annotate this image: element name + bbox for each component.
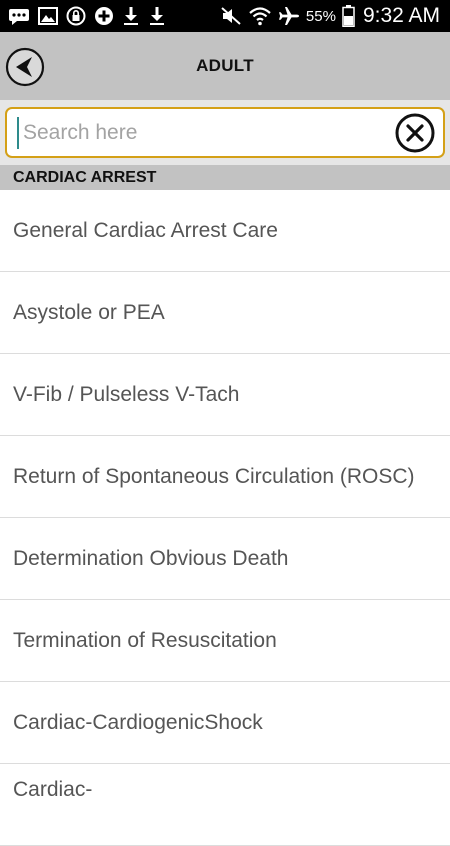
protocol-list: General Cardiac Arrest Care Asystole or … — [0, 190, 450, 846]
list-item[interactable]: Cardiac- — [0, 764, 450, 846]
list-item[interactable]: V-Fib / Pulseless V-Tach — [0, 354, 450, 436]
list-item[interactable]: Return of Spontaneous Circulation (ROSC) — [0, 436, 450, 518]
close-icon — [395, 113, 435, 153]
clock: 9:32 AM — [362, 4, 440, 27]
list-item[interactable]: Determination Obvious Death — [0, 518, 450, 600]
search-bar — [0, 100, 450, 165]
search-box — [5, 107, 445, 158]
search-input[interactable] — [17, 117, 393, 149]
battery-percent: 55% — [305, 7, 336, 25]
messages-icon — [9, 9, 29, 25]
security-icon — [66, 6, 86, 26]
download-icon — [124, 7, 138, 25]
add-icon — [95, 7, 113, 25]
list-item[interactable]: General Cardiac Arrest Care — [0, 190, 450, 272]
battery-icon — [342, 5, 355, 27]
notification-icons — [8, 5, 166, 27]
app-header: ADULT — [0, 32, 450, 100]
page-title: ADULT — [196, 56, 254, 75]
download-icon-2 — [150, 7, 164, 25]
clear-search-button[interactable] — [395, 113, 435, 153]
mute-icon — [221, 7, 241, 25]
wifi-icon — [249, 7, 271, 26]
section-header: CARDIAC ARREST — [0, 165, 450, 190]
system-icons: 55% 9:32 AM — [220, 3, 440, 29]
status-bar: 55% 9:32 AM — [0, 0, 450, 32]
gallery-icon — [38, 7, 58, 25]
airplane-mode-icon — [278, 7, 299, 25]
list-item[interactable]: Cardiac-CardiogenicShock — [0, 682, 450, 764]
list-item[interactable]: Termination of Resuscitation — [0, 600, 450, 682]
list-item[interactable]: Asystole or PEA — [0, 272, 450, 354]
